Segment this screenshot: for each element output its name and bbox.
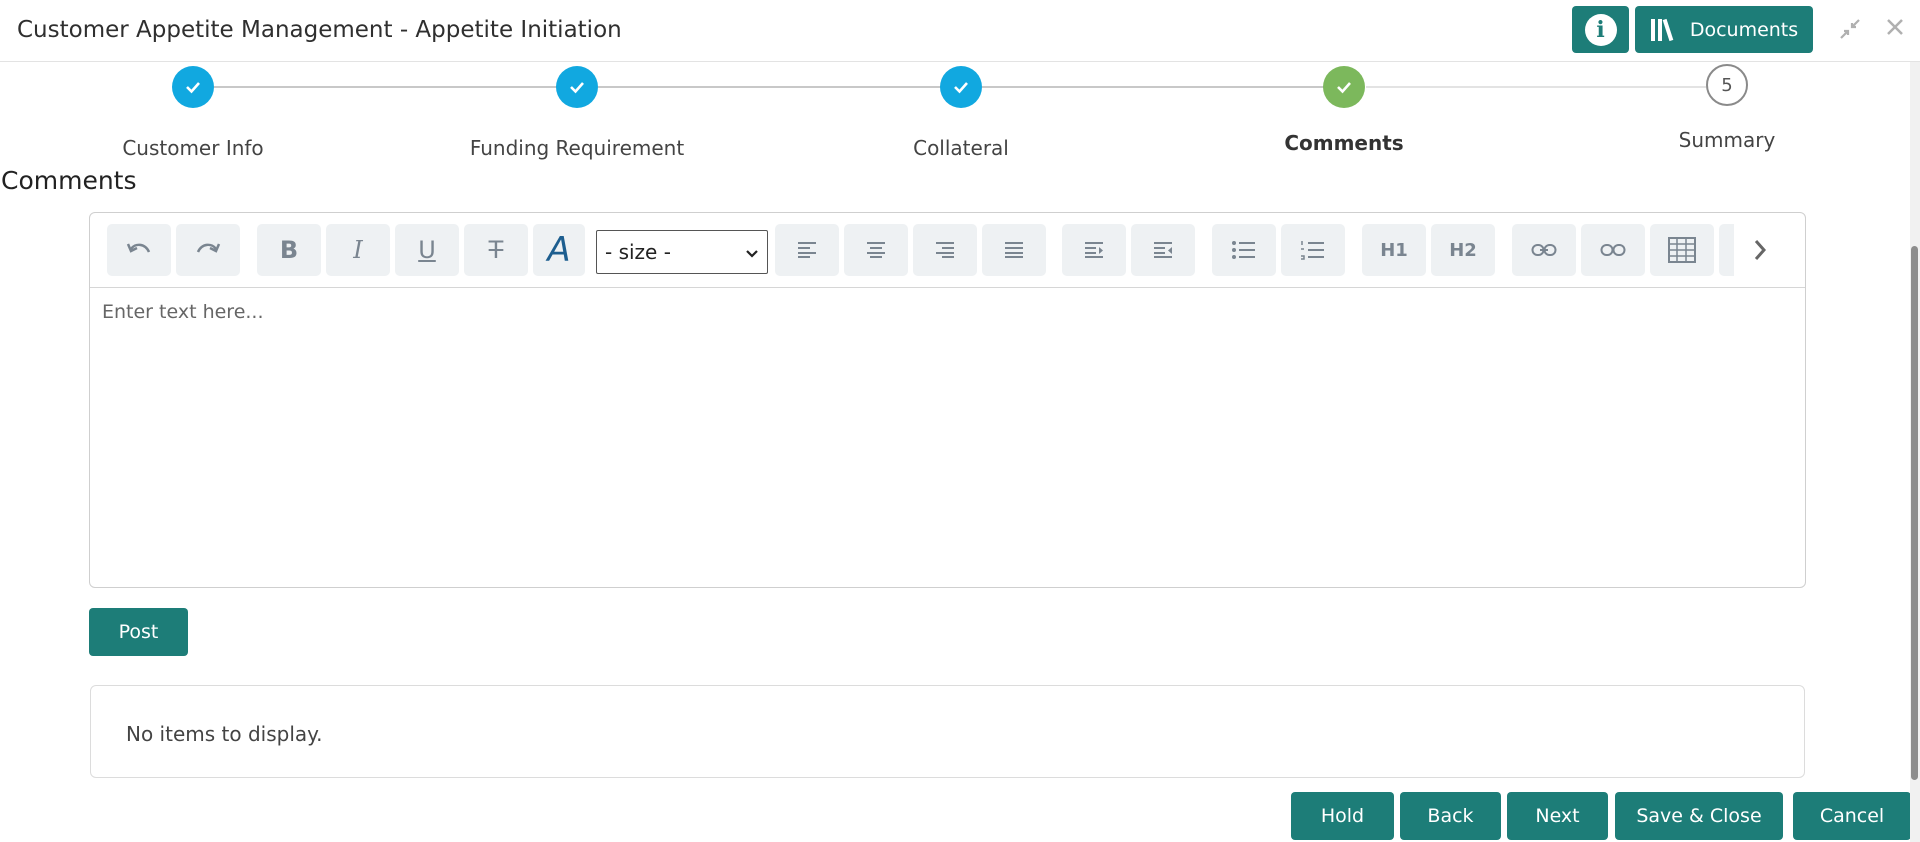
numbered-list-icon[interactable] [1281,224,1345,276]
step-label-customer-info[interactable]: Customer Info [43,136,343,160]
font-color-icon[interactable]: A [533,224,585,276]
italic-icon[interactable]: I [326,224,390,276]
documents-label: Documents [1689,18,1799,41]
step-collateral-check-icon[interactable] [940,66,982,108]
step-funding-requirement-check-icon[interactable] [556,66,598,108]
heading2-icon[interactable]: H2 [1431,224,1495,276]
align-left-icon[interactable] [775,224,839,276]
underline-icon[interactable]: U [395,224,459,276]
chevron-down-icon [745,240,759,264]
step-label-summary[interactable]: Summary [1577,128,1877,152]
rich-text-editor: B I U T A - size - H1 H2 Enter text here… [89,212,1806,588]
align-right-icon[interactable] [913,224,977,276]
strikethrough-icon[interactable]: T [464,224,528,276]
library-icon [1650,18,1674,41]
documents-button[interactable]: Documents [1635,6,1813,53]
window-header: Customer Appetite Management - Appetite … [0,0,1920,62]
info-button[interactable]: i [1572,6,1629,53]
back-button[interactable]: Back [1400,792,1501,840]
step-connector [598,86,941,88]
indent-icon[interactable] [1062,224,1126,276]
font-size-select-value: - size - [605,240,671,264]
bold-icon[interactable]: B [257,224,321,276]
step-label-funding-requirement[interactable]: Funding Requirement [427,136,727,160]
step-comments-check-icon[interactable] [1323,66,1365,108]
outdent-icon[interactable] [1131,224,1195,276]
info-icon: i [1584,13,1617,46]
align-justify-icon[interactable] [982,224,1046,276]
post-button[interactable]: Post [89,608,188,656]
editor-text-area[interactable]: Enter text here... [102,301,264,323]
step-connector [214,86,557,88]
step-connector [982,86,1325,88]
chevron-right-icon[interactable] [1752,238,1768,266]
bullet-list-icon[interactable] [1212,224,1276,276]
step-summary-number[interactable]: 5 [1706,64,1748,106]
minimize-icon[interactable] [1837,16,1863,48]
cancel-button[interactable]: Cancel [1793,792,1911,840]
font-size-select[interactable]: - size - [596,230,768,274]
hold-button[interactable]: Hold [1291,792,1394,840]
toolbar-overflow-button[interactable] [1719,224,1734,276]
step-customer-info-check-icon[interactable] [172,66,214,108]
scrollbar-thumb[interactable] [1911,246,1918,780]
window-title: Customer Appetite Management - Appetite … [17,17,622,43]
unlink-icon[interactable] [1581,224,1645,276]
next-button[interactable]: Next [1507,792,1608,840]
step-label-comments[interactable]: Comments [1194,131,1494,155]
editor-toolbar: B I U T A - size - H1 H2 [90,213,1805,288]
step-label-collateral[interactable]: Collateral [811,136,1111,160]
link-icon[interactable] [1512,224,1576,276]
save-close-button[interactable]: Save & Close [1615,792,1783,840]
section-title: Comments [1,166,137,195]
close-icon[interactable] [1884,14,1906,46]
undo-icon[interactable] [107,224,171,276]
redo-icon[interactable] [176,224,240,276]
step-connector [1366,86,1709,88]
table-icon[interactable] [1650,224,1714,276]
heading1-icon[interactable]: H1 [1362,224,1426,276]
empty-state-text: No items to display. [126,722,323,746]
align-center-icon[interactable] [844,224,908,276]
comments-list: No items to display. [90,685,1805,778]
